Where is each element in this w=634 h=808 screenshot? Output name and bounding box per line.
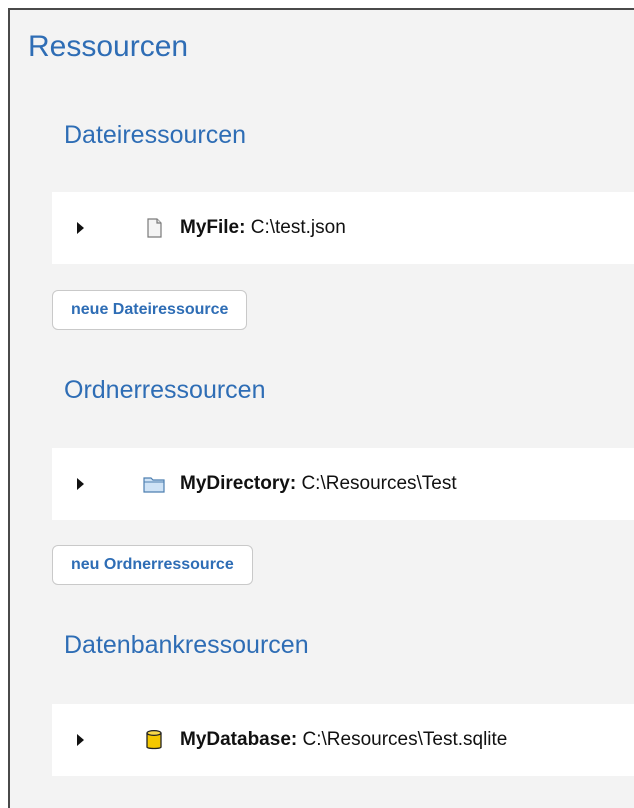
resource-name: MyDatabase: bbox=[180, 729, 298, 750]
expand-arrow-icon[interactable] bbox=[77, 734, 84, 746]
resource-row-database[interactable]: MyDatabase: C:\Resources\Test.sqlite bbox=[52, 704, 634, 776]
database-icon bbox=[146, 729, 162, 750]
resource-text: MyDirectory: C:\Resources\Test bbox=[180, 472, 457, 496]
new-folder-resource-button[interactable]: neu Ordnerressource bbox=[52, 545, 253, 585]
resource-row-folder[interactable]: MyDirectory: C:\Resources\Test bbox=[52, 448, 634, 520]
section-title-folder-resources: Ordnerressourcen bbox=[64, 376, 266, 404]
section-title-file-resources: Dateiressourcen bbox=[64, 121, 247, 149]
resource-name: MyDirectory: bbox=[180, 473, 297, 494]
page-title: Ressourcen bbox=[28, 30, 189, 63]
file-icon bbox=[147, 218, 162, 238]
resource-path: C:\test.json bbox=[250, 217, 346, 238]
resource-path: C:\Resources\Test.sqlite bbox=[302, 729, 508, 750]
new-file-resource-button[interactable]: neue Dateiressource bbox=[52, 290, 248, 330]
resource-text: MyDatabase: C:\Resources\Test.sqlite bbox=[180, 728, 507, 752]
resource-name: MyFile: bbox=[180, 217, 246, 238]
resource-row-file[interactable]: MyFile: C:\test.json bbox=[52, 192, 634, 264]
section-title-database-resources: Datenbankressourcen bbox=[64, 631, 309, 659]
folder-icon bbox=[143, 477, 165, 493]
expand-arrow-icon[interactable] bbox=[77, 222, 84, 234]
resource-path: C:\Resources\Test bbox=[301, 473, 457, 494]
resources-panel: Ressourcen Dateiressourcen MyFile: C:\te… bbox=[8, 8, 634, 808]
expand-arrow-icon[interactable] bbox=[77, 478, 84, 490]
resource-text: MyFile: C:\test.json bbox=[180, 216, 346, 240]
